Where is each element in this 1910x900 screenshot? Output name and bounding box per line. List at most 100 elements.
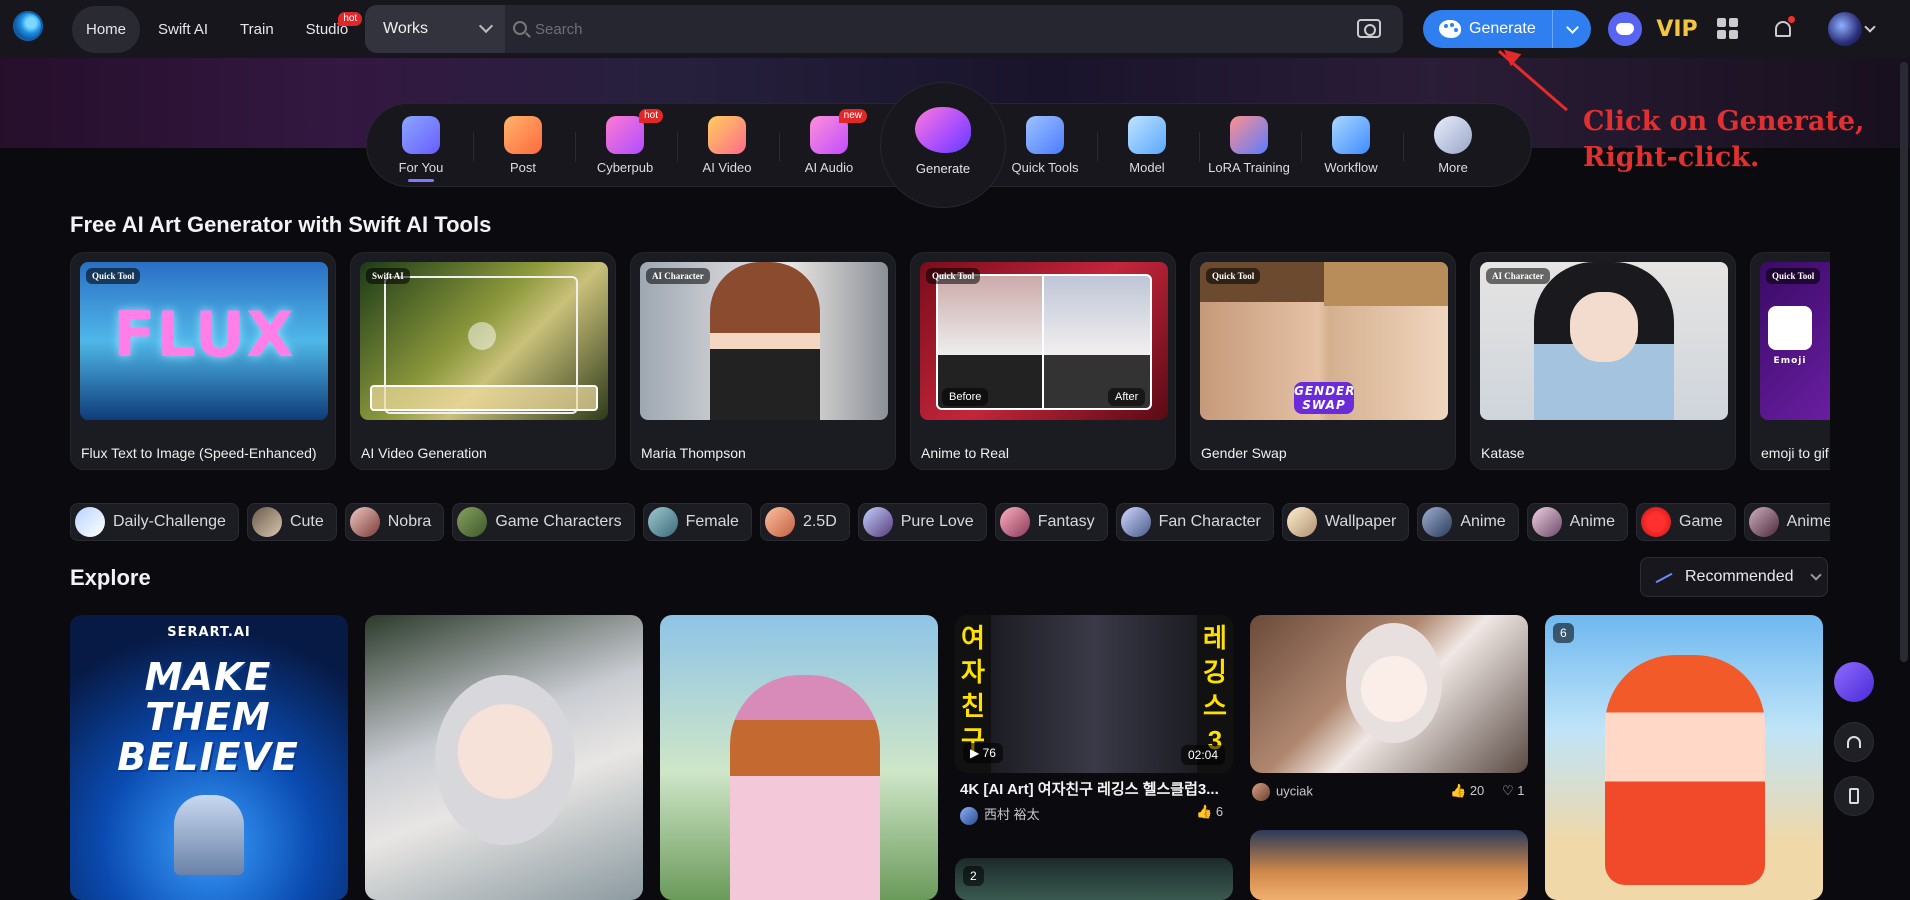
chevron-down-icon bbox=[1809, 569, 1822, 581]
tag-avatar bbox=[349, 507, 380, 537]
nav-studio[interactable]: Studio hot bbox=[292, 6, 363, 53]
like-count[interactable]: 👍 20 bbox=[1450, 783, 1484, 799]
author-avatar bbox=[1252, 783, 1270, 801]
tool-thumbnail: Emoji Quick Tool bbox=[1760, 262, 1830, 420]
timeline-strip bbox=[370, 385, 598, 411]
category-quick-tools[interactable]: Quick Tools bbox=[995, 104, 1095, 188]
tool-card[interactable]: FLUX Quick Tool Flux Text to Image (Spee… bbox=[70, 252, 336, 470]
video-duration: 02:04 bbox=[1180, 745, 1225, 765]
explore-card[interactable] bbox=[660, 615, 938, 900]
tool-card[interactable]: Emoji Quick Tool emoji to gif bbox=[1750, 252, 1830, 470]
tag-chip[interactable]: Anime bbox=[1417, 503, 1519, 541]
card-title[interactable]: 4K [AI Art] 여자친구 레깅스 헬스클럽3... bbox=[960, 778, 1230, 799]
tag-avatar bbox=[457, 507, 488, 537]
category-model[interactable]: Model bbox=[1097, 104, 1197, 188]
annotation-text: Click on Generate, Right-click. bbox=[1583, 106, 1865, 173]
view-count: ▶ 76 bbox=[963, 743, 1003, 763]
mobile-app-icon[interactable] bbox=[1834, 776, 1874, 816]
nav-swift-ai[interactable]: Swift AI bbox=[144, 6, 222, 53]
support-headset-icon[interactable] bbox=[1834, 722, 1874, 762]
tool-card[interactable]: AI Character Maria Thompson bbox=[630, 252, 896, 470]
apps-grid-icon[interactable] bbox=[1717, 18, 1738, 39]
vip-icon[interactable]: VIP bbox=[1656, 12, 1697, 46]
comment-count[interactable]: ♡ 1 bbox=[1502, 783, 1525, 799]
user-avatar[interactable] bbox=[1828, 12, 1862, 46]
author-avatar bbox=[960, 806, 978, 825]
explore-card[interactable]: 6 bbox=[1545, 615, 1823, 900]
explore-card[interactable]: 2 bbox=[955, 858, 1233, 900]
tag-chip[interactable]: 2.5D bbox=[759, 503, 850, 541]
tag-chip[interactable]: Fantasy bbox=[994, 503, 1108, 541]
avatar-chevron-down-icon[interactable] bbox=[1864, 21, 1876, 33]
video-card[interactable]: 여자친구 레깅스3 ▶ 76 02:04 bbox=[955, 615, 1233, 773]
explore-card[interactable] bbox=[1250, 615, 1528, 773]
tool-thumbnail: Swift AI bbox=[360, 262, 608, 420]
tag-chip[interactable]: Nobra bbox=[344, 503, 445, 541]
hot-badge: hot bbox=[338, 12, 363, 26]
search-scope-dropdown[interactable]: Works bbox=[365, 5, 505, 53]
camera-icon[interactable] bbox=[1357, 19, 1381, 38]
site-logo[interactable] bbox=[13, 11, 43, 41]
tag-chip[interactable]: Game Characters bbox=[452, 503, 635, 541]
category-workflow[interactable]: Workflow bbox=[1301, 104, 1401, 188]
tag-chip[interactable]: Cute bbox=[246, 503, 337, 541]
ai-shield-icon bbox=[1026, 116, 1064, 154]
tool-card[interactable]: GENDER SWAP Quick Tool Gender Swap bbox=[1190, 252, 1456, 470]
tools-section-title: Free AI Art Generator with Swift AI Tool… bbox=[70, 212, 492, 237]
category-post[interactable]: Post bbox=[473, 104, 573, 188]
tag-chip[interactable]: Anime bbox=[1526, 503, 1629, 541]
tools-carousel: FLUX Quick Tool Flux Text to Image (Spee… bbox=[70, 252, 1830, 470]
video-icon bbox=[708, 116, 746, 154]
ai-assistant-icon[interactable] bbox=[1834, 662, 1874, 702]
tag-avatar bbox=[862, 507, 893, 537]
card-author[interactable]: 西村 裕太 bbox=[960, 804, 1040, 825]
explore-card[interactable] bbox=[1250, 830, 1528, 900]
tag-avatar bbox=[647, 507, 678, 537]
generate-button-group: Generate bbox=[1423, 10, 1591, 48]
tool-thumbnail: GENDER SWAP Quick Tool bbox=[1200, 262, 1448, 420]
chevron-down-icon bbox=[1565, 20, 1579, 34]
notification-bell-icon[interactable] bbox=[1766, 12, 1800, 46]
tool-card[interactable]: Swift AI AI Video Generation bbox=[350, 252, 616, 470]
tag-chip[interactable]: Anime Bishojo bbox=[1743, 503, 1830, 541]
generate-dropdown-button[interactable] bbox=[1553, 20, 1591, 34]
tag-avatar bbox=[251, 507, 282, 537]
sort-dropdown[interactable]: Recommended bbox=[1640, 557, 1828, 597]
card-author[interactable]: uyciak bbox=[1252, 783, 1313, 801]
tool-thumbnail: Before After Quick Tool bbox=[920, 262, 1168, 420]
search-icon bbox=[513, 21, 527, 35]
explore-card[interactable] bbox=[365, 615, 643, 900]
discord-icon[interactable] bbox=[1608, 12, 1642, 46]
notification-dot bbox=[1788, 16, 1795, 23]
image-count-badge: 2 bbox=[963, 866, 984, 886]
category-cyberpub[interactable]: Cyberpub hot bbox=[575, 104, 675, 188]
like-count[interactable]: 👍 6 bbox=[1196, 804, 1223, 820]
page-scrollbar[interactable] bbox=[1900, 62, 1908, 662]
tag-avatar bbox=[1748, 507, 1779, 537]
tag-chip[interactable]: Game bbox=[1636, 503, 1736, 541]
explore-card[interactable]: SERART.AI MAKE THEM BELIEVE bbox=[70, 615, 348, 900]
tag-chip[interactable]: Daily-Challenge bbox=[70, 503, 239, 541]
tag-chip-row: Daily-Challenge Cute Nobra Game Characte… bbox=[70, 503, 1830, 543]
category-generate[interactable]: Generate bbox=[880, 82, 1006, 208]
search-bar: Works bbox=[365, 5, 1403, 53]
tag-chip[interactable]: Fan Character bbox=[1115, 503, 1274, 541]
category-for-you[interactable]: For You bbox=[371, 104, 471, 188]
image-count-badge: 6 bbox=[1553, 623, 1574, 643]
workflow-icon bbox=[1332, 116, 1370, 154]
search-input[interactable] bbox=[535, 15, 1335, 43]
category-ai-video[interactable]: AI Video bbox=[677, 104, 777, 188]
category-ai-audio[interactable]: AI Audio new bbox=[779, 104, 879, 188]
category-more[interactable]: More bbox=[1403, 104, 1503, 188]
tool-card[interactable]: Before After Quick Tool Anime to Real bbox=[910, 252, 1176, 470]
nav-home[interactable]: Home bbox=[72, 6, 141, 53]
tag-chip[interactable]: Wallpaper bbox=[1281, 503, 1410, 541]
palette-icon bbox=[1439, 20, 1461, 38]
tag-chip[interactable]: Pure Love bbox=[857, 503, 987, 541]
nav-train[interactable]: Train bbox=[226, 6, 288, 53]
tag-chip[interactable]: Female bbox=[642, 503, 752, 541]
generate-button[interactable]: Generate bbox=[1423, 10, 1553, 48]
category-lora-training[interactable]: LoRA Training bbox=[1199, 104, 1299, 188]
tool-card[interactable]: AI Character Katase bbox=[1470, 252, 1736, 470]
tag-avatar bbox=[1641, 507, 1672, 537]
